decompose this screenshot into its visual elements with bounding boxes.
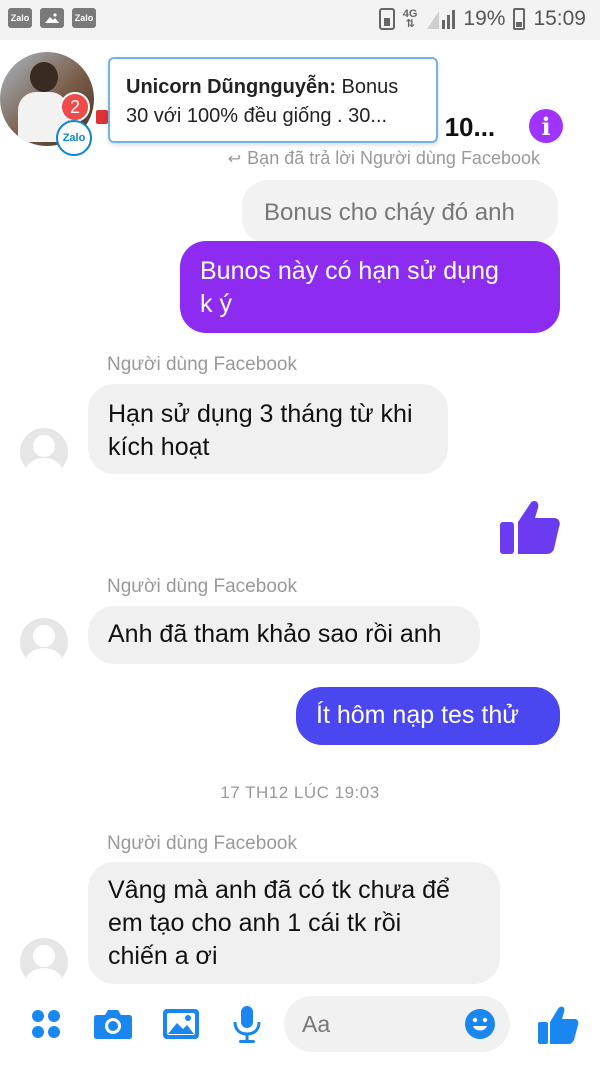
app-mini-icon <box>96 110 108 124</box>
message-timestamp: 17 TH12 LÚC 19:03 <box>220 783 380 802</box>
notification-popup[interactable]: Unicorn Dũngnguyễn: Bonus 30 với 100% đề… <box>108 57 438 143</box>
status-bar: Zalo Zalo 4G ⇅ 19% 15:09 <box>0 0 600 40</box>
message-bubble-outgoing[interactable]: Ít hôm nạp tes thử <box>296 687 560 745</box>
message-bubble-incoming[interactable]: Vâng mà anh đã có tk chưa để em tạo cho … <box>88 862 500 984</box>
zalo-notification-icon: Zalo <box>72 8 96 28</box>
battery-icon <box>513 8 526 30</box>
message-text: em tạo cho anh 1 cái tk rồi <box>108 909 402 937</box>
notification-sender: Unicorn Dũngnguyễn: <box>126 76 336 98</box>
image-notification-icon <box>40 8 64 28</box>
message-bubble-incoming[interactable]: Anh đã tham khảo sao rồi anh <box>88 606 480 664</box>
more-apps-icon[interactable] <box>24 1002 68 1046</box>
quoted-message[interactable]: Bonus cho cháy đó anh <box>242 180 558 244</box>
signal-icon <box>427 10 456 29</box>
avatar[interactable] <box>20 618 68 666</box>
sim-icon <box>378 8 395 30</box>
gallery-icon[interactable] <box>159 1002 203 1046</box>
reply-indicator: ↩ Bạn đã trả lời Người dùng Facebook <box>227 148 540 168</box>
like-icon[interactable] <box>498 494 562 558</box>
message-bubble-outgoing[interactable]: Bunos này có hạn sử dụng k ý <box>180 241 560 333</box>
camera-icon[interactable] <box>91 1002 135 1046</box>
notification-text: Bonus <box>335 76 399 98</box>
reply-arrow-icon: ↩ <box>227 151 242 168</box>
thumbs-up-send-icon[interactable] <box>536 1002 580 1046</box>
sender-name: Người dùng Facebook <box>107 576 297 597</box>
clock: 15:09 <box>533 7 586 30</box>
avatar-person-head <box>30 62 58 92</box>
message-text: Hạn sử dụng 3 tháng từ khi <box>108 400 413 428</box>
message-bubble-incoming[interactable]: Hạn sử dụng 3 tháng từ khi kích hoạt <box>88 384 448 474</box>
notification-text-line2: 30 với 100% đều giống . 30... <box>126 105 388 127</box>
message-text: chiến a ơi <box>108 942 218 970</box>
unread-badge: 2 <box>60 92 90 122</box>
battery-percent: 19% <box>463 7 506 30</box>
sender-name: Người dùng Facebook <box>107 354 297 375</box>
zalo-notification-icon: Zalo <box>8 8 32 28</box>
zalo-app-badge: Zalo <box>56 120 92 156</box>
avatar[interactable] <box>20 428 68 476</box>
avatar[interactable] <box>20 938 68 986</box>
sender-name: Người dùng Facebook <box>107 833 297 854</box>
microphone-icon[interactable] <box>225 1002 269 1046</box>
message-text: k ý <box>200 290 232 318</box>
network-type: 4G ⇅ <box>402 8 418 30</box>
message-input[interactable] <box>302 1008 452 1040</box>
message-composer[interactable] <box>284 996 510 1052</box>
message-text: kích hoạt <box>108 433 210 461</box>
message-text: Bunos này có hạn sử dụng <box>200 257 499 285</box>
emoji-icon[interactable] <box>464 1008 496 1040</box>
notification-icons: Zalo Zalo <box>8 8 96 28</box>
composer-bar <box>0 990 600 1067</box>
info-icon[interactable]: i <box>529 109 563 143</box>
message-text: Vâng mà anh đã có tk chưa để <box>108 876 450 904</box>
